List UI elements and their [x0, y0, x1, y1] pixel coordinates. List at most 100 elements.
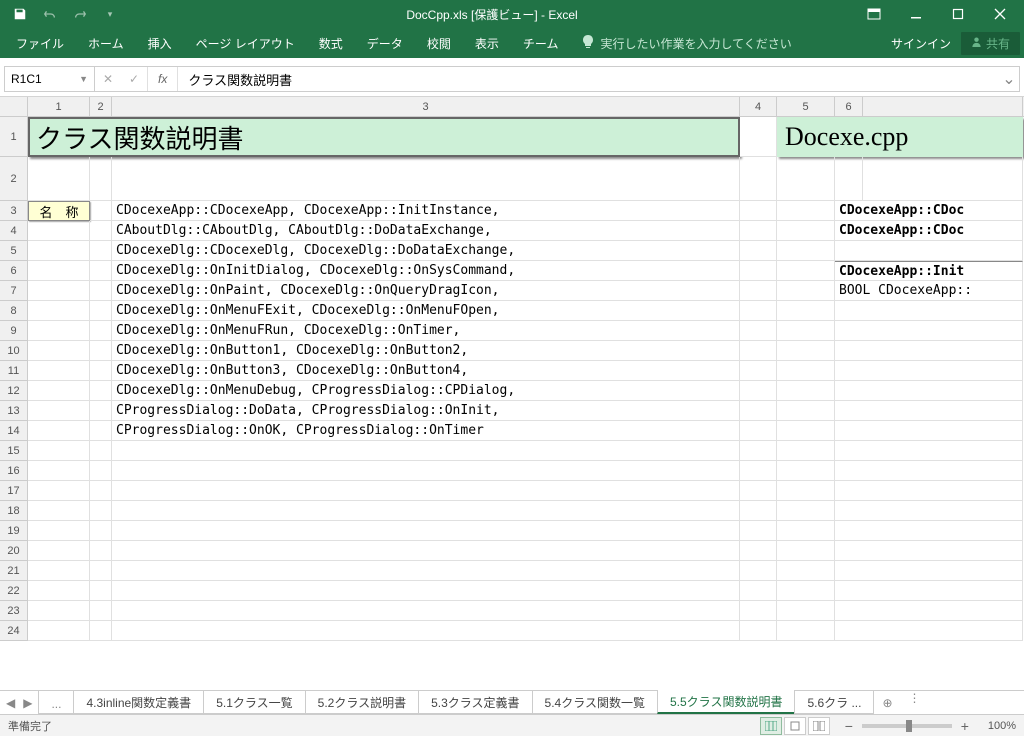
cell[interactable] — [777, 581, 835, 601]
cell[interactable] — [112, 157, 740, 201]
add-sheet-button[interactable]: ⊕ — [874, 691, 900, 714]
cell[interactable] — [777, 621, 835, 641]
cell[interactable] — [90, 281, 112, 301]
cell[interactable] — [90, 321, 112, 341]
cell[interactable] — [28, 157, 90, 201]
cell[interactable] — [835, 561, 1023, 581]
cell[interactable] — [112, 561, 740, 581]
column-header[interactable]: 4 — [740, 97, 777, 116]
ribbon-tab-view[interactable]: 表示 — [463, 29, 511, 58]
cell[interactable] — [28, 441, 90, 461]
zoom-slider[interactable] — [862, 724, 952, 728]
ribbon-tab-formulas[interactable]: 数式 — [307, 29, 355, 58]
cell[interactable]: CProgressDialog::DoData, CProgressDialog… — [112, 401, 740, 421]
cell[interactable] — [740, 521, 777, 541]
sheet-tab[interactable]: 5.6クラ ... — [794, 691, 874, 714]
row-header[interactable]: 10 — [0, 341, 28, 361]
cell[interactable] — [90, 561, 112, 581]
cell[interactable] — [835, 541, 1023, 561]
cell[interactable] — [835, 321, 1023, 341]
cell[interactable] — [28, 241, 90, 261]
row-header[interactable]: 22 — [0, 581, 28, 601]
sheet-nav-prev-icon[interactable]: ◀ — [6, 696, 15, 710]
cell[interactable] — [835, 341, 1023, 361]
ribbon-tab-home[interactable]: ホーム — [76, 29, 136, 58]
cell[interactable] — [777, 481, 835, 501]
cell[interactable] — [740, 381, 777, 401]
cell[interactable] — [777, 601, 835, 621]
row-header[interactable]: 8 — [0, 301, 28, 321]
column-header[interactable]: 1 — [28, 97, 90, 116]
cell[interactable] — [777, 261, 835, 281]
row-header[interactable]: 16 — [0, 461, 28, 481]
cell[interactable] — [835, 481, 1023, 501]
cell[interactable]: CAboutDlg::CAboutDlg, CAboutDlg::DoDataE… — [112, 221, 740, 241]
cell[interactable] — [777, 321, 835, 341]
minimize-button[interactable] — [896, 0, 936, 28]
row-header[interactable]: 11 — [0, 361, 28, 381]
ribbon-tab-review[interactable]: 校閲 — [415, 29, 463, 58]
cell[interactable] — [740, 341, 777, 361]
row-header[interactable]: 13 — [0, 401, 28, 421]
zoom-out-button[interactable]: − — [842, 718, 856, 734]
cell[interactable]: CDocexeDlg::OnButton3, CDocexeDlg::OnBut… — [112, 361, 740, 381]
cell[interactable] — [835, 361, 1023, 381]
cell[interactable] — [112, 441, 740, 461]
row-header[interactable]: 6 — [0, 261, 28, 281]
row-header[interactable]: 24 — [0, 621, 28, 641]
cell[interactable] — [777, 501, 835, 521]
cell[interactable]: CProgressDialog::OnOK, CProgressDialog::… — [112, 421, 740, 441]
cell[interactable] — [777, 241, 835, 261]
sheet-tab[interactable]: 5.2クラス説明書 — [305, 691, 419, 714]
redo-icon[interactable] — [68, 2, 92, 26]
view-pagelayout-icon[interactable] — [784, 717, 806, 735]
cell[interactable] — [777, 361, 835, 381]
cell[interactable] — [740, 421, 777, 441]
cell[interactable] — [112, 521, 740, 541]
cell[interactable] — [112, 501, 740, 521]
cell[interactable] — [90, 601, 112, 621]
cell[interactable]: CDocexeApp::Init — [835, 261, 1023, 281]
ribbon-tab-team[interactable]: チーム — [511, 29, 571, 58]
column-header[interactable]: 2 — [90, 97, 112, 116]
close-button[interactable] — [980, 0, 1020, 28]
ribbon-tab-file[interactable]: ファイル — [4, 29, 76, 58]
title-cell-main[interactable]: クラス関数説明書 — [28, 117, 740, 157]
cell[interactable] — [90, 341, 112, 361]
cell[interactable] — [28, 321, 90, 341]
cell[interactable] — [90, 501, 112, 521]
cell[interactable] — [28, 481, 90, 501]
cell[interactable] — [835, 521, 1023, 541]
cell[interactable] — [740, 157, 777, 201]
cell[interactable] — [28, 541, 90, 561]
row-header[interactable]: 15 — [0, 441, 28, 461]
select-all-corner[interactable] — [0, 97, 28, 116]
cell[interactable] — [777, 201, 835, 221]
ribbon-tab-insert[interactable]: 挿入 — [136, 29, 184, 58]
undo-icon[interactable] — [38, 2, 62, 26]
qat-customize-icon[interactable]: ▾ — [98, 2, 122, 26]
cell[interactable] — [28, 301, 90, 321]
cell[interactable] — [835, 501, 1023, 521]
cell[interactable] — [28, 381, 90, 401]
cell[interactable] — [777, 301, 835, 321]
cell[interactable] — [28, 341, 90, 361]
cell[interactable] — [835, 381, 1023, 401]
cell[interactable] — [835, 241, 1023, 261]
cell[interactable] — [740, 401, 777, 421]
cell[interactable] — [777, 521, 835, 541]
cell[interactable] — [90, 581, 112, 601]
cell[interactable]: CDocexeApp::CDoc — [835, 201, 1023, 221]
fx-icon[interactable]: fx — [148, 67, 178, 91]
column-header[interactable]: 5 — [777, 97, 835, 116]
cell[interactable] — [28, 361, 90, 381]
chevron-down-icon[interactable]: ▼ — [79, 74, 88, 84]
cell[interactable] — [740, 541, 777, 561]
cell[interactable] — [112, 601, 740, 621]
maximize-button[interactable] — [938, 0, 978, 28]
row-header[interactable]: 9 — [0, 321, 28, 341]
cell[interactable] — [90, 521, 112, 541]
cell[interactable] — [90, 241, 112, 261]
cell[interactable] — [863, 157, 1023, 201]
name-box[interactable]: R1C1 ▼ — [5, 67, 95, 91]
